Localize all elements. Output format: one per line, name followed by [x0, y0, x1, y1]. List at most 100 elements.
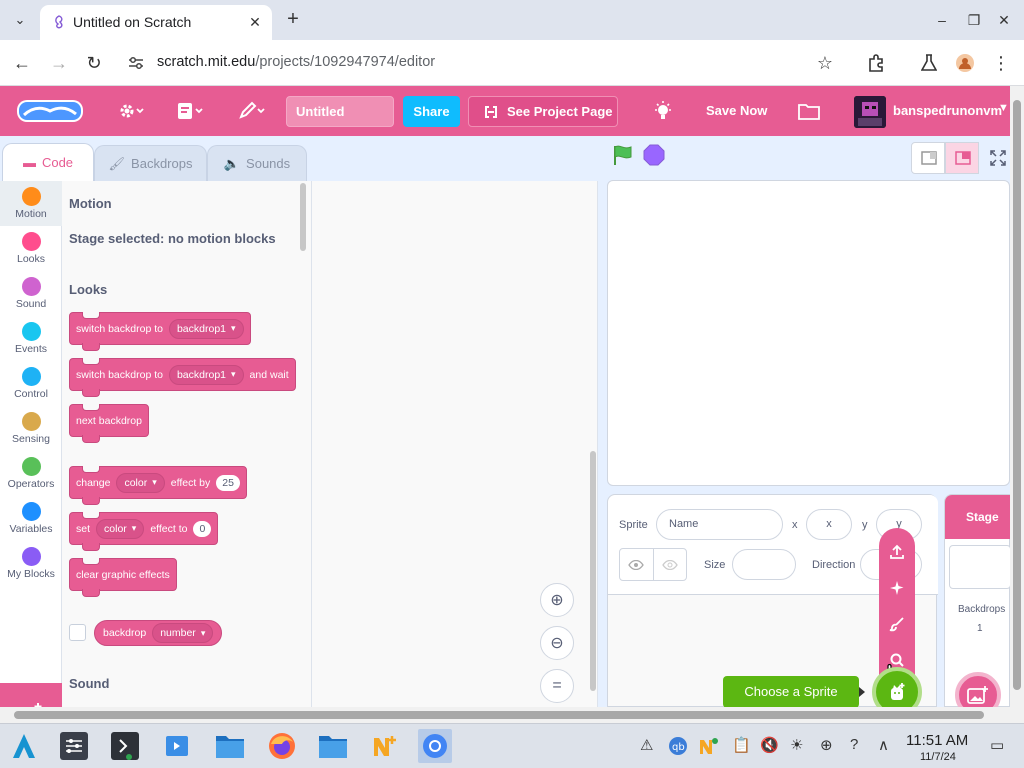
tutorials-lightbulb-icon[interactable] — [653, 100, 673, 122]
tab-close-icon[interactable]: ✕ — [246, 13, 264, 31]
clock-date[interactable]: 11/7/24 — [920, 751, 956, 763]
zoom-in-icon[interactable]: ⊕ — [540, 583, 574, 617]
backdrop-reporter-block[interactable]: backdrop number — [94, 620, 223, 646]
page-vertical-scrollbar[interactable] — [1010, 86, 1024, 707]
save-now-link[interactable]: Save Now — [706, 103, 767, 118]
extensions-icon[interactable] — [863, 50, 889, 76]
backdrop-reporter-checkbox[interactable] — [69, 624, 86, 641]
horizontal-scroll-thumb[interactable] — [14, 711, 984, 719]
n-plus-tray-icon[interactable] — [698, 736, 718, 760]
sprite-name-input[interactable]: Name — [656, 509, 783, 540]
account-dropdown-icon[interactable]: ▼ — [998, 102, 1009, 114]
stage-canvas[interactable] — [607, 180, 1010, 486]
vpn-globe-icon[interactable]: ⊕ — [820, 736, 833, 754]
number-input[interactable]: 0 — [193, 520, 212, 537]
backdrop-dropdown[interactable]: backdrop1 — [168, 318, 244, 339]
small-stage-button[interactable] — [911, 142, 945, 174]
x-input[interactable]: x — [806, 509, 852, 540]
set-effect-block[interactable]: set color effect to 0 — [69, 512, 219, 551]
restore-icon[interactable]: ❐ — [964, 10, 984, 30]
clock-time[interactable]: 11:51 AM — [906, 732, 968, 749]
effect-dropdown[interactable]: color — [96, 518, 145, 539]
palette-scrollbar[interactable] — [300, 183, 306, 251]
scratch-logo[interactable] — [16, 98, 84, 124]
show-desktop-icon[interactable]: ▭ — [990, 736, 1004, 754]
zoom-out-icon[interactable]: ⊖ — [540, 626, 574, 660]
script-area[interactable]: ⊕ ⊖ = — [312, 181, 598, 707]
help-icon[interactable]: ? — [850, 736, 858, 753]
category-events[interactable]: Events — [0, 316, 62, 361]
forward-icon[interactable]: → — [46, 50, 72, 76]
normal-stage-button[interactable] — [945, 142, 979, 174]
app-launcher-icon[interactable] — [7, 729, 41, 763]
tab-sounds[interactable]: 🔈 Sounds — [207, 145, 307, 181]
switch-backdrop-block[interactable]: switch backdrop to backdrop1 — [69, 312, 251, 351]
category-sensing[interactable]: Sensing — [0, 406, 62, 451]
category-variables[interactable]: Variables — [0, 496, 62, 541]
upload-sprite-icon[interactable] — [887, 542, 907, 562]
chrome-icon[interactable] — [418, 729, 452, 763]
page-horizontal-scrollbar[interactable] — [0, 707, 1024, 723]
size-input[interactable] — [732, 549, 796, 580]
clear-graphic-effects-block[interactable]: clear graphic effects — [69, 558, 177, 597]
edit-pencil-icon[interactable] — [238, 100, 268, 122]
number-input[interactable]: 25 — [216, 474, 240, 491]
profile-icon[interactable] — [952, 50, 978, 76]
bookmark-star-icon[interactable]: ☆ — [812, 50, 838, 76]
folder-icon[interactable] — [316, 729, 350, 763]
terminal-icon[interactable] — [108, 729, 142, 763]
qbittorrent-tray-icon[interactable]: qb — [668, 736, 688, 760]
settings-gear-icon[interactable] — [118, 100, 146, 122]
software-store-icon[interactable] — [160, 729, 194, 763]
back-icon[interactable]: ← — [9, 50, 35, 76]
backdrop-dropdown[interactable]: backdrop1 — [168, 364, 244, 385]
stage-thumbnail[interactable] — [949, 545, 1011, 589]
category-my-blocks[interactable]: My Blocks — [0, 541, 62, 586]
brightness-icon[interactable]: ☀ — [790, 736, 803, 754]
category-motion[interactable]: Motion — [0, 181, 62, 226]
user-avatar[interactable] — [854, 96, 886, 128]
zoom-reset-icon[interactable]: = — [540, 669, 574, 703]
reporter-dropdown[interactable]: number — [152, 623, 214, 643]
effect-dropdown[interactable]: color — [116, 472, 165, 493]
minimize-icon[interactable]: – — [932, 10, 952, 30]
my-stuff-folder-icon[interactable] — [798, 100, 820, 122]
script-area-scrollbar[interactable] — [590, 451, 596, 691]
username[interactable]: banspedrunonvm — [893, 103, 1002, 118]
project-title-input[interactable]: Untitled — [286, 96, 394, 127]
show-eye-icon[interactable] — [620, 549, 654, 580]
switch-backdrop-and-wait-block[interactable]: switch backdrop to backdrop1 and wait — [69, 358, 296, 397]
browser-tab[interactable]: Untitled on Scratch ✕ — [40, 5, 272, 40]
surprise-sparkle-icon[interactable] — [887, 578, 907, 598]
tab-code[interactable]: ▬ Code — [2, 143, 94, 181]
firefox-icon[interactable] — [265, 729, 299, 763]
hide-eye-icon[interactable] — [654, 549, 687, 580]
n-plus-app-icon[interactable] — [367, 729, 401, 763]
file-menu-icon[interactable] — [176, 100, 206, 122]
change-effect-block[interactable]: change color effect by 25 — [69, 466, 247, 505]
fullscreen-icon[interactable] — [985, 142, 1010, 174]
site-settings-icon[interactable] — [128, 56, 144, 70]
mute-speaker-icon[interactable]: 🔇 — [760, 736, 779, 754]
settings-mixer-icon[interactable] — [57, 729, 91, 763]
tab-backdrops[interactable]: 🖌 Backdrops — [94, 145, 207, 181]
stop-icon[interactable] — [643, 144, 665, 171]
file-manager-icon[interactable] — [213, 729, 247, 763]
category-looks[interactable]: Looks — [0, 226, 62, 271]
share-button[interactable]: Share — [403, 96, 460, 127]
green-flag-icon[interactable] — [611, 144, 633, 171]
category-control[interactable]: Control — [0, 361, 62, 406]
tab-search-dropdown-icon[interactable]: ⌄ — [8, 8, 32, 32]
category-operators[interactable]: Operators — [0, 451, 62, 496]
see-project-page-button[interactable]: See Project Page — [468, 96, 618, 127]
labs-flask-icon[interactable] — [916, 50, 942, 76]
window-close-icon[interactable]: ✕ — [994, 10, 1014, 30]
vertical-scroll-thumb[interactable] — [1013, 100, 1021, 690]
new-tab-icon[interactable]: + — [281, 8, 305, 32]
clipboard-tray-icon[interactable]: 📋 — [732, 736, 751, 754]
address-bar[interactable]: scratch.mit.edu/projects/1092947974/edit… — [122, 47, 852, 79]
category-sound[interactable]: Sound — [0, 271, 62, 316]
tray-expand-chevron-icon[interactable]: ∧ — [878, 736, 889, 754]
next-backdrop-block[interactable]: next backdrop — [69, 404, 149, 443]
reload-icon[interactable]: ↻ — [81, 50, 107, 76]
